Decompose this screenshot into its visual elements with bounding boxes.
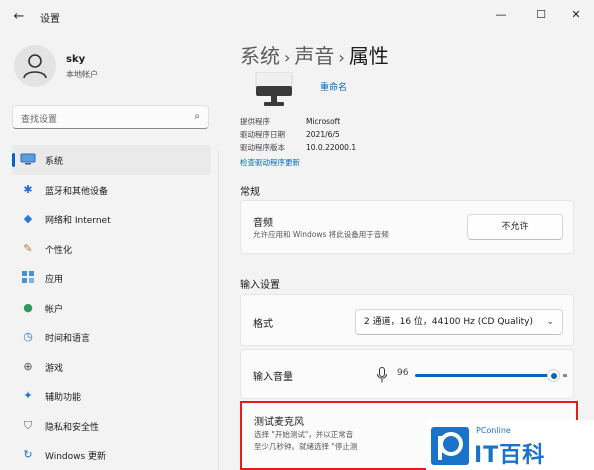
sidebar-item-windows-update[interactable]: ↻ Windows 更新 — [12, 440, 211, 470]
test-microphone-desc-line2: 至少几秒钟。就绪选择 "停止测 — [254, 442, 358, 451]
rename-link[interactable]: 重命名 — [320, 80, 347, 93]
accessibility-icon: ✦ — [23, 389, 33, 402]
chevron-down-icon: ⌄ — [546, 317, 554, 327]
volume-slider-remainder — [563, 374, 567, 377]
sidebar-item-accessibility[interactable]: ✦ 辅助功能 — [12, 381, 211, 411]
driver-info: 提供程序 Microsoft 驱动程序日期 2021/6/5 驱动程序版本 10.0.… — [240, 115, 356, 154]
driver-info-row: 驱动程序版本 10.0.22000.1 — [240, 143, 357, 152]
update-icon: ↻ — [23, 448, 33, 461]
page-title: 属性 — [348, 44, 389, 68]
format-label: 格式 — [253, 319, 273, 330]
wifi-icon: ◆ — [23, 212, 33, 225]
check-driver-update-link[interactable]: 检查驱动程序更新 — [240, 157, 300, 168]
sidebar-item-label: 游戏 — [45, 363, 64, 374]
breadcrumb-separator: › — [338, 48, 345, 67]
test-microphone-title: 测试麦克风 — [254, 417, 304, 428]
volume-value: 96 — [397, 368, 409, 378]
sidebar-item-label: Windows 更新 — [45, 452, 107, 462]
sidebar-item-privacy[interactable]: ⛉ 隐私和安全性 — [12, 411, 211, 441]
shield-icon: ⛉ — [23, 418, 33, 432]
clock-globe-icon: ◷ — [23, 330, 33, 343]
sidebar-divider — [218, 150, 219, 470]
breadcrumb: 系统 › 声音 › 属性 — [240, 40, 389, 69]
breadcrumb-system[interactable]: 系统 — [240, 44, 280, 68]
watermark-brand-small: PConline — [476, 426, 511, 435]
sidebar-item-label: 应用 — [45, 275, 64, 285]
system-display-icon — [20, 153, 36, 167]
microphone-icon[interactable] — [377, 367, 387, 383]
format-dropdown[interactable]: 2 通道，16 位，44100 Hz (CD Quality) ⌄ — [355, 309, 563, 335]
title-bar: ← 设置 — ☐ ✕ — [0, 0, 594, 34]
settings-window: ← 设置 — ☐ ✕ sky 本地帐户 查找设置 ⌕ 系统 ✱ 蓝牙和其他设备 … — [0, 0, 594, 470]
search-icon[interactable]: ⌕ — [194, 111, 200, 122]
account-icon: ● — [23, 300, 33, 314]
input-settings-heading: 输入设置 — [240, 280, 280, 291]
account-type: 本地帐户 — [66, 70, 98, 79]
test-microphone-desc-line1: 选择 "开始测试"，并以正常音 — [254, 430, 354, 439]
sidebar-item-apps[interactable]: 应用 — [12, 263, 211, 293]
sidebar-item-bluetooth[interactable]: ✱ 蓝牙和其他设备 — [12, 175, 211, 205]
breadcrumb-separator: › — [284, 48, 291, 67]
apps-icon — [20, 271, 36, 285]
sidebar-item-label: 隐私和安全性 — [45, 422, 100, 433]
avatar[interactable] — [14, 45, 56, 87]
watermark: PConline IT百科 — [426, 420, 594, 470]
breadcrumb-sound[interactable]: 声音 — [294, 44, 334, 68]
audio-title: 音频 — [253, 218, 273, 229]
input-volume-card: 输入音量 96 — [240, 349, 574, 399]
pconline-logo-icon — [431, 427, 469, 465]
disallow-button[interactable]: 不允许 — [467, 214, 563, 240]
format-card: 格式 2 通道，16 位，44100 Hz (CD Quality) ⌄ — [240, 294, 574, 346]
brush-icon: ✎ — [23, 241, 33, 255]
search-input[interactable]: 查找设置 — [21, 112, 57, 125]
sidebar-nav: 系统 ✱ 蓝牙和其他设备 ◆ 网络和 Internet ✎ 个性化 应用 ● 帐… — [12, 145, 211, 470]
game-controller-icon: ⊕ — [23, 359, 33, 373]
search-box[interactable]: 查找设置 ⌕ — [12, 105, 209, 129]
sidebar-item-time-language[interactable]: ◷ 时间和语言 — [12, 322, 211, 352]
sidebar-item-gaming[interactable]: ⊕ 游戏 — [12, 352, 211, 382]
sidebar-item-accounts[interactable]: ● 帐户 — [12, 293, 211, 323]
driver-info-row: 提供程序 Microsoft — [240, 117, 341, 126]
sidebar-item-network[interactable]: ◆ 网络和 Internet — [12, 204, 211, 234]
audio-description: 允许应用和 Windows 将此设备用于音频 — [253, 230, 389, 239]
sidebar-item-label: 个性化 — [45, 245, 73, 256]
audio-card: 音频 允许应用和 Windows 将此设备用于音频 不允许 — [240, 200, 574, 254]
sidebar-item-label: 蓝牙和其他设备 — [45, 186, 109, 197]
driver-info-row: 驱动程序日期 2021/6/5 — [240, 130, 340, 139]
sidebar-item-label: 帐户 — [45, 304, 64, 315]
general-heading: 常规 — [240, 187, 260, 198]
person-icon — [23, 54, 47, 79]
sidebar-item-label: 辅助功能 — [45, 393, 82, 403]
volume-slider-thumb[interactable] — [547, 369, 560, 382]
maximize-button[interactable]: ☐ — [528, 4, 554, 26]
window-title: 设置 — [40, 14, 60, 25]
back-arrow-icon[interactable]: ← — [8, 6, 30, 28]
minimize-button[interactable]: — — [488, 4, 514, 26]
close-button[interactable]: ✕ — [563, 4, 589, 26]
bluetooth-icon: ✱ — [23, 182, 33, 196]
sidebar-item-label: 系统 — [45, 157, 64, 167]
sidebar-item-label: 网络和 Internet — [45, 216, 111, 226]
sidebar-item-personalization[interactable]: ✎ 个性化 — [12, 234, 211, 264]
format-value: 2 通道，16 位，44100 Hz (CD Quality) — [364, 317, 534, 327]
sidebar-item-label: 时间和语言 — [45, 334, 91, 344]
volume-slider-track[interactable] — [415, 374, 551, 377]
watermark-brand-main: IT百科 — [474, 443, 546, 468]
sidebar-item-system[interactable]: 系统 — [12, 145, 211, 175]
user-name: sky — [66, 54, 86, 65]
input-volume-label: 输入音量 — [253, 372, 293, 383]
microphone-device-icon — [254, 71, 294, 112]
